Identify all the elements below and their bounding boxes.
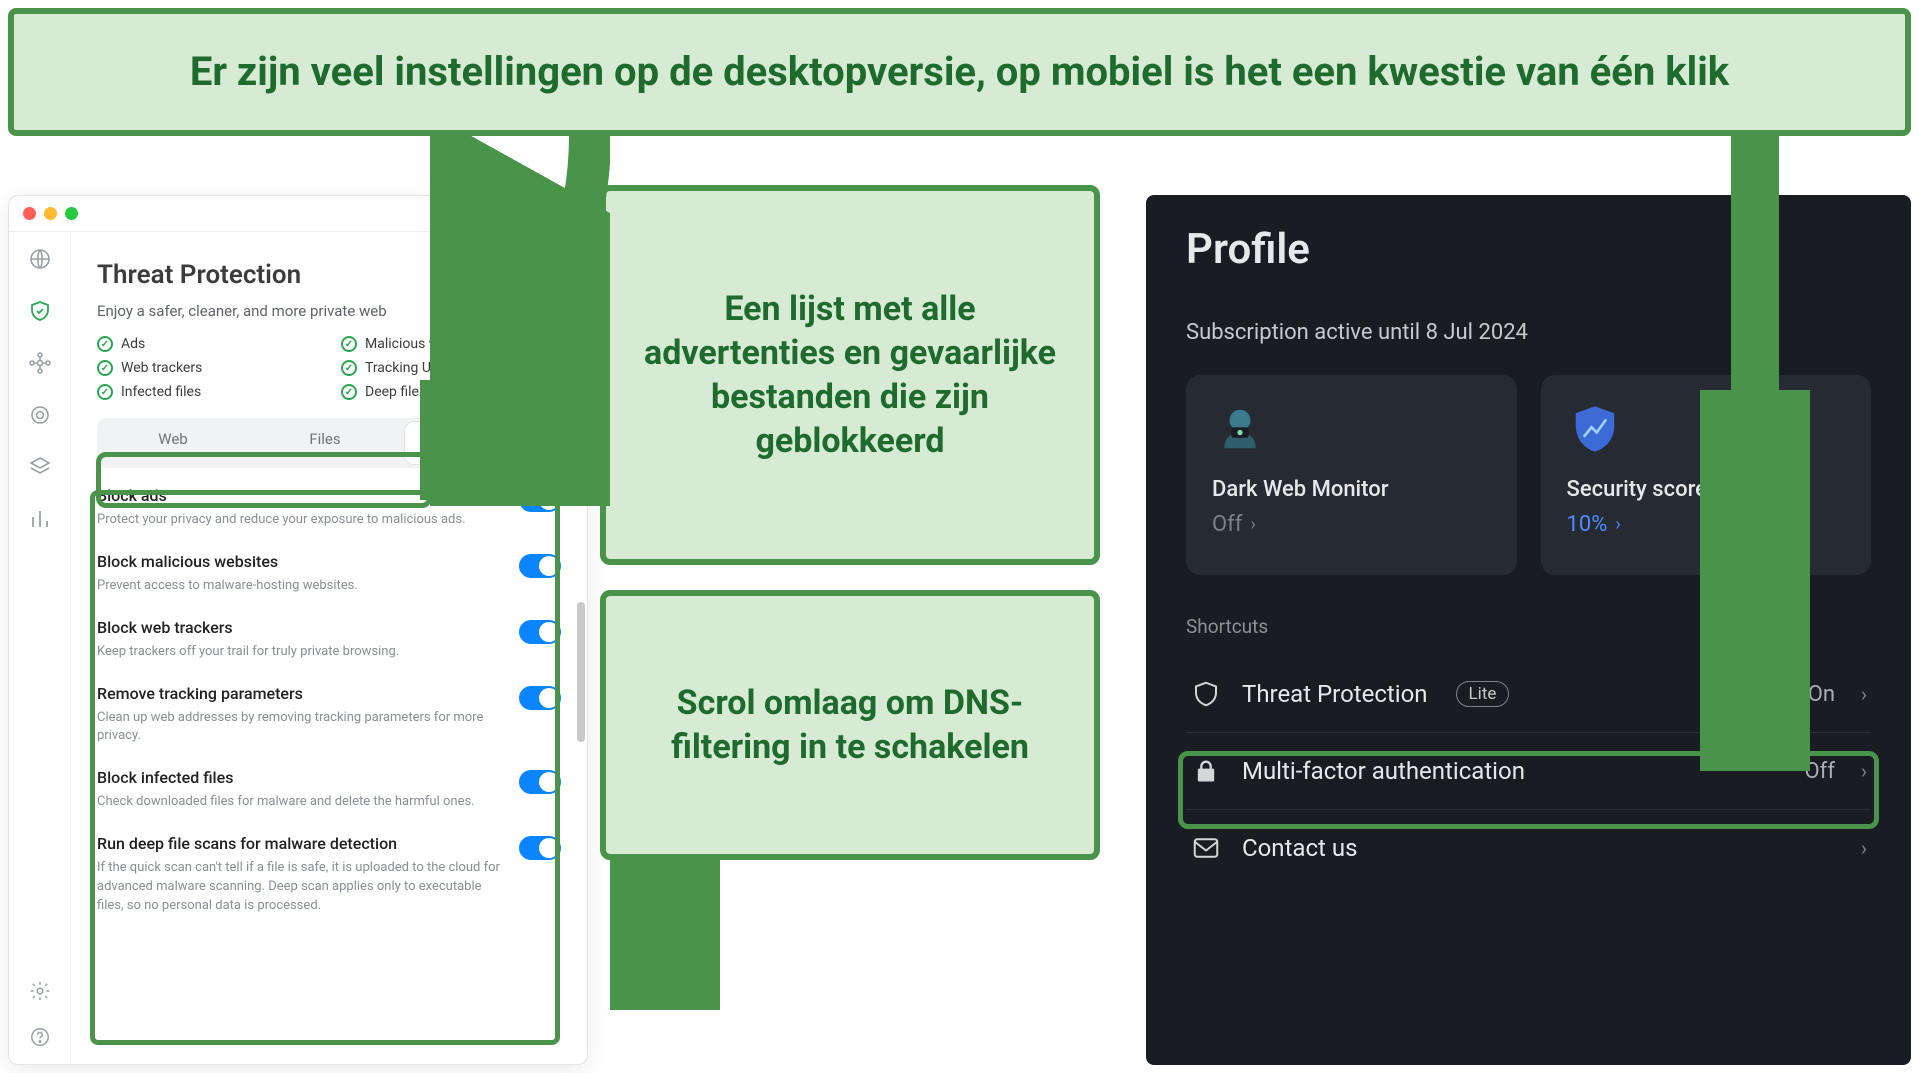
toggle-block-malicious[interactable] <box>519 554 561 578</box>
setting-title: Block ads <box>97 486 507 505</box>
annotation-banner-top: Er zijn veel instellingen op de desktopv… <box>8 8 1911 136</box>
setting-title: Block infected files <box>97 768 507 787</box>
check-urls: ✓Tracking URLs <box>341 360 561 376</box>
annotation-callout-dns-scroll: Scrol omlaag om DNS-filtering in te scha… <box>600 590 1100 860</box>
toggle-block-trackers[interactable] <box>519 620 561 644</box>
close-dot[interactable] <box>23 207 36 220</box>
tab-settings[interactable]: Settings <box>404 421 558 465</box>
shortcut-label: Contact us <box>1242 834 1357 862</box>
mac-window-controls[interactable] <box>23 207 78 220</box>
setting-title: Block web trackers <box>97 618 507 637</box>
security-score-icon <box>1567 401 1623 457</box>
setting-title: Block malicious websites <box>97 552 507 571</box>
desktop-left-rail <box>9 232 71 1064</box>
setting-deep-scan: Run deep file scans for malware detectio… <box>97 834 561 916</box>
setting-block-infected: Block infected files Check downloaded fi… <box>97 768 561 812</box>
mac-titlebar: NOT CONNECTED <box>9 196 587 232</box>
tab-files[interactable]: Files <box>249 418 401 468</box>
toggle-deep-scan[interactable] <box>519 836 561 860</box>
annotation-banner-text: Er zijn veel instellingen op de desktopv… <box>190 47 1729 97</box>
subscription-status: Subscription active until 8 Jul 2024 <box>1186 320 1871 345</box>
connection-status-badge: NOT CONNECTED <box>431 203 571 226</box>
setting-block-ads: Block ads Protect your privacy and reduc… <box>97 486 561 530</box>
mobile-profile-screen: Profile Subscription active until 8 Jul … <box>1146 195 1911 1065</box>
feature-check-grid: ✓Ads ✓Malicious websites ✓Web trackers ✓… <box>97 336 561 400</box>
check-trackers: ✓Web trackers <box>97 360 317 376</box>
check-deep: ✓Deep file scans <box>341 384 561 400</box>
settings-list: Block ads Protect your privacy and reduc… <box>97 486 561 916</box>
shortcuts-heading: Shortcuts <box>1186 615 1871 638</box>
card-value: Off › <box>1212 512 1491 537</box>
shortcut-status: Off <box>1805 759 1835 784</box>
check-malicious: ✓Malicious websites <box>341 336 561 352</box>
gear-icon[interactable] <box>27 978 53 1004</box>
check-infected: ✓Infected files <box>97 384 317 400</box>
desktop-main-content: Threat Protection Enjoy a safer, cleaner… <box>71 232 587 1064</box>
setting-desc: If the quick scan can't tell if a file i… <box>97 859 507 916</box>
page-title: Threat Protection <box>97 260 561 290</box>
lite-badge: Lite <box>1456 681 1510 707</box>
toggle-block-infected[interactable] <box>519 770 561 794</box>
setting-desc: Protect your privacy and reduce your exp… <box>97 511 507 530</box>
shortcut-mfa[interactable]: Multi-factor authentication Off › <box>1186 733 1871 810</box>
card-security-score[interactable]: Security score 10% › <box>1541 375 1872 575</box>
card-title: Dark Web Monitor <box>1212 477 1491 502</box>
card-title: Security score <box>1567 477 1846 502</box>
shortcut-label: Threat Protection <box>1242 680 1428 708</box>
stats-icon[interactable] <box>27 506 53 532</box>
zoom-dot[interactable] <box>65 207 78 220</box>
chevron-right-icon: › <box>1615 514 1620 535</box>
setting-block-malicious: Block malicious websites Prevent access … <box>97 552 561 596</box>
card-dark-web-monitor[interactable]: Dark Web Monitor Off › <box>1186 375 1517 575</box>
mesh-icon[interactable] <box>27 350 53 376</box>
chevron-right-icon: › <box>1861 836 1867 860</box>
shortcut-label: Multi-factor authentication <box>1242 757 1525 785</box>
setting-desc: Prevent access to malware-hosting websit… <box>97 577 507 596</box>
setting-desc: Keep trackers off your trail for truly p… <box>97 643 507 662</box>
tab-web[interactable]: Web <box>97 418 249 468</box>
lock-icon <box>446 210 456 220</box>
annotation-callout-blocked-list: Een lijst met alle advertenties en gevaa… <box>600 185 1100 565</box>
setting-block-trackers: Block web trackers Keep trackers off you… <box>97 618 561 662</box>
desktop-app-window: NOT CONNECTED <box>8 195 588 1065</box>
shortcut-threat-protection[interactable]: Threat Protection Lite On › <box>1186 656 1871 733</box>
help-icon[interactable] <box>27 1024 53 1050</box>
chevron-right-icon: › <box>1861 759 1867 783</box>
setting-desc: Check downloaded files for malware and d… <box>97 793 507 812</box>
shield-outline-icon <box>1190 678 1222 710</box>
chevron-right-icon: › <box>1861 682 1867 706</box>
minimize-dot[interactable] <box>44 207 57 220</box>
scrollbar[interactable] <box>577 602 585 742</box>
lock-icon <box>1190 755 1222 787</box>
chevron-right-icon: › <box>1250 514 1255 535</box>
layers-icon[interactable] <box>27 454 53 480</box>
card-value: 10% › <box>1567 512 1846 537</box>
tab-bar: Web Files Settings <box>97 418 561 468</box>
page-subtitle: Enjoy a safer, cleaner, and more private… <box>97 302 561 320</box>
setting-desc: Clean up web addresses by removing track… <box>97 709 507 747</box>
toggle-remove-tracking-params[interactable] <box>519 686 561 710</box>
shield-icon[interactable] <box>27 298 53 324</box>
target-icon[interactable] <box>27 402 53 428</box>
setting-remove-tracking-params: Remove tracking parameters Clean up web … <box>97 684 561 747</box>
globe-icon[interactable] <box>27 246 53 272</box>
connection-status-text: NOT CONNECTED <box>462 208 556 221</box>
setting-title: Run deep file scans for malware detectio… <box>97 834 507 853</box>
shortcut-status: On <box>1808 682 1835 707</box>
toggle-block-ads[interactable] <box>519 488 561 512</box>
shortcut-contact[interactable]: Contact us › <box>1186 810 1871 886</box>
setting-title: Remove tracking parameters <box>97 684 507 703</box>
mail-icon <box>1190 832 1222 864</box>
dark-web-icon <box>1212 401 1268 457</box>
annotation-arrow-scroll-down <box>610 860 720 1010</box>
check-ads: ✓Ads <box>97 336 317 352</box>
mobile-page-title: Profile <box>1186 225 1871 274</box>
